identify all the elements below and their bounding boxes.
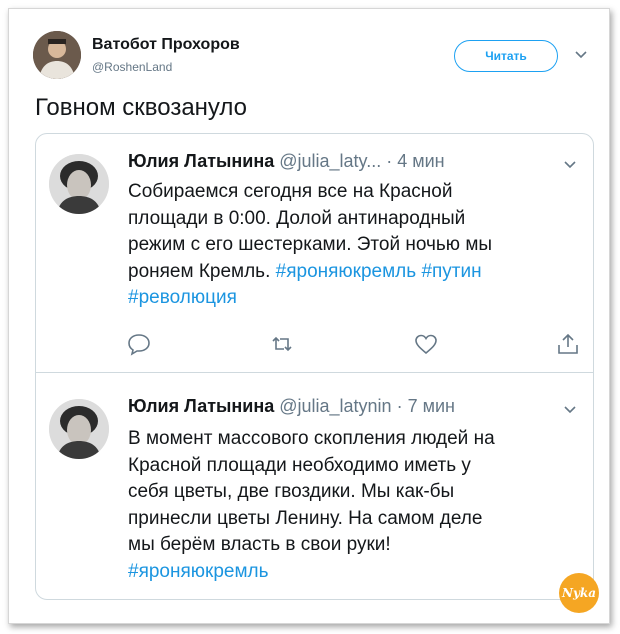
tweet-line: роняем Кремль. <box>128 260 271 282</box>
tweet-line: себя цветы, две гвоздики. Мы как-бы <box>128 481 455 502</box>
quoted-avatar[interactable] <box>49 399 109 459</box>
quoted-author-handle[interactable]: @julia_latynin <box>279 396 391 416</box>
quoted-tweet-header: Юлия Латынина @julia_laty... · 4 мин <box>128 151 445 172</box>
share-icon[interactable] <box>555 331 581 357</box>
hashtag-link[interactable]: #революция <box>128 287 237 308</box>
hashtag-link[interactable]: #яроняюкремль <box>128 561 269 582</box>
quoted-author-name[interactable]: Юлия Латынина <box>128 396 274 416</box>
thread-divider <box>36 372 593 373</box>
author-avatar[interactable] <box>33 31 81 79</box>
hashtag-link[interactable]: #путин <box>421 261 481 282</box>
chevron-down-icon[interactable] <box>563 159 577 169</box>
quoted-author-name[interactable]: Юлия Латынина <box>128 151 274 171</box>
quoted-tweet-header: Юлия Латынина @julia_latynin · 7 мин <box>128 396 455 417</box>
quoted-avatar[interactable] <box>49 154 109 214</box>
tweet-line: режим с его шестерками. Этой ночью мы <box>128 234 493 255</box>
author-handle[interactable]: @RoshenLand <box>92 60 172 74</box>
tweet-line: принесли цветы Ленину. На самом деле <box>128 507 483 529</box>
chevron-down-icon[interactable] <box>563 404 577 414</box>
reply-icon[interactable] <box>126 331 152 357</box>
quoted-tweet-text: Собираемся сегодня все на Красной площад… <box>128 179 578 312</box>
quoted-author-handle[interactable]: @julia_laty... <box>279 151 381 171</box>
tweet-line: площади в 0:00. Долой антинародный <box>128 207 466 229</box>
like-icon[interactable] <box>413 331 439 357</box>
follow-button[interactable]: Читать <box>454 40 558 72</box>
tweet-line: В момент массового скопления людей на <box>128 428 495 449</box>
tweet-line: Собираемся сегодня все на Красной <box>128 181 453 202</box>
quoted-thread[interactable]: Юлия Латынина @julia_laty... · 4 мин Соб… <box>35 133 594 600</box>
tweet-line: Красной площади необходимо иметь у <box>128 454 471 476</box>
quoted-timestamp[interactable]: · 4 мин <box>386 151 444 171</box>
retweet-icon[interactable] <box>269 331 295 357</box>
hashtag-link[interactable]: #яроняюкремль <box>276 261 417 282</box>
quoted-timestamp[interactable]: · 7 мин <box>397 396 455 416</box>
tweet-text: Говном сквозануло <box>35 94 248 121</box>
author-name[interactable]: Ватобот Прохоров <box>92 36 240 54</box>
chevron-down-icon[interactable] <box>574 49 588 59</box>
tweet-line: мы берём власть в свои руки! <box>128 534 391 555</box>
site-watermark-logo: Nyka <box>559 573 599 613</box>
quoted-tweet-text: В момент массового скопления людей на Кр… <box>128 426 578 585</box>
